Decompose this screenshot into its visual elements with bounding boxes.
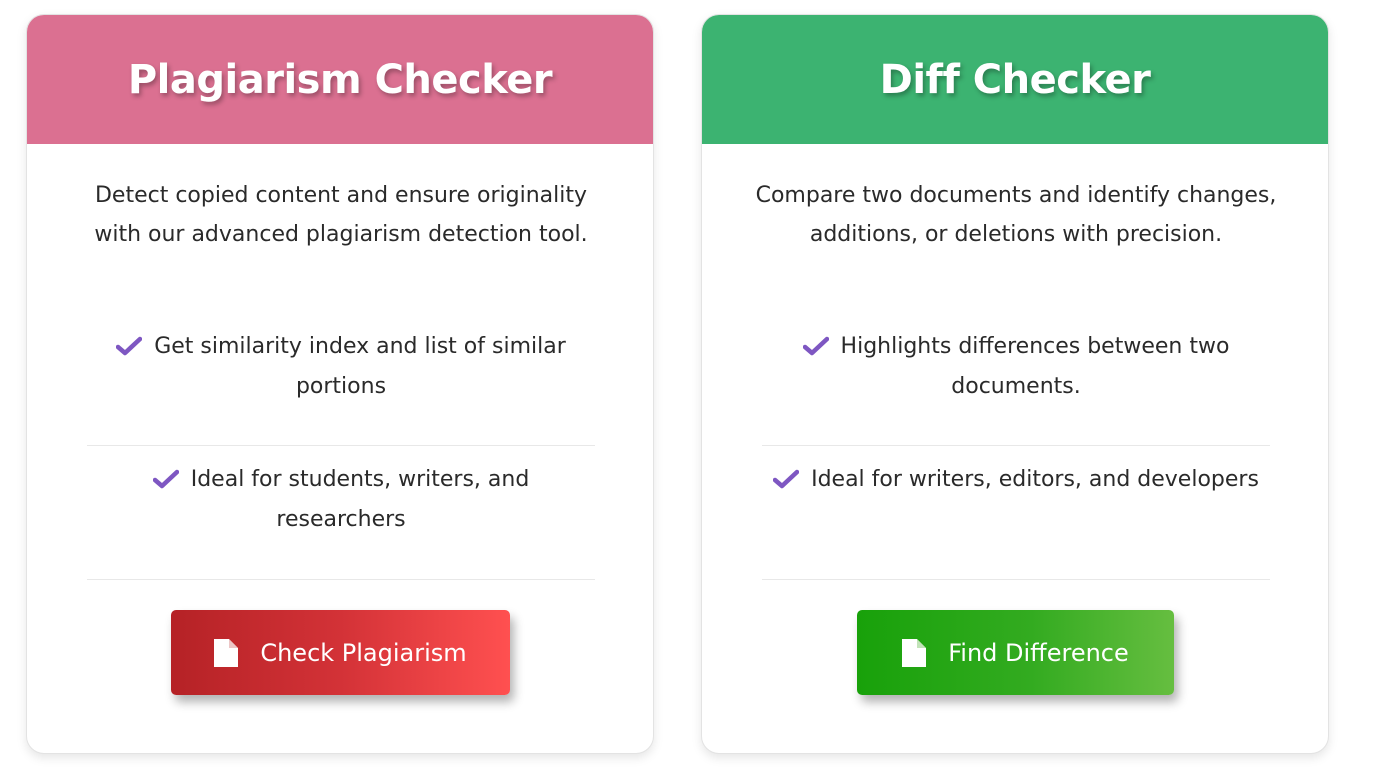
checkmark-icon xyxy=(152,469,179,489)
card-title: Plagiarism Checker xyxy=(127,56,553,103)
card-header: Diff Checker xyxy=(702,15,1328,144)
feature-text: Get similarity index and list of similar… xyxy=(154,334,566,399)
feature-list: Get similarity index and list of similar… xyxy=(87,321,595,580)
find-difference-button[interactable]: Find Difference xyxy=(857,610,1174,695)
feature-text: Ideal for writers, editors, and develope… xyxy=(811,467,1259,492)
checkmark-icon xyxy=(802,336,829,356)
tool-cards: Plagiarism Checker Detect copied content… xyxy=(0,0,1373,776)
feature-item: Get similarity index and list of similar… xyxy=(87,321,595,446)
file-icon xyxy=(214,638,239,667)
card-title: Diff Checker xyxy=(879,56,1151,103)
feature-item: Ideal for writers, editors, and develope… xyxy=(762,446,1270,580)
diff-checker-card: Diff Checker Compare two documents and i… xyxy=(701,14,1329,754)
feature-list: Highlights differences between two docum… xyxy=(762,321,1270,580)
feature-item: Ideal for students, writers, and researc… xyxy=(87,446,595,580)
checkmark-icon xyxy=(116,336,143,356)
card-header: Plagiarism Checker xyxy=(27,15,653,144)
feature-text: Highlights differences between two docum… xyxy=(840,334,1230,399)
button-label: Check Plagiarism xyxy=(260,638,467,667)
check-plagiarism-button[interactable]: Check Plagiarism xyxy=(171,610,510,695)
button-label: Find Difference xyxy=(948,638,1129,667)
plagiarism-checker-card: Plagiarism Checker Detect copied content… xyxy=(26,14,654,754)
card-description: Compare two documents and identify chang… xyxy=(755,183,1277,247)
feature-text: Ideal for students, writers, and researc… xyxy=(190,467,530,532)
checkmark-icon xyxy=(773,469,800,489)
file-icon xyxy=(902,638,927,667)
card-description: Detect copied content and ensure origina… xyxy=(94,183,588,247)
feature-item: Highlights differences between two docum… xyxy=(762,321,1270,446)
